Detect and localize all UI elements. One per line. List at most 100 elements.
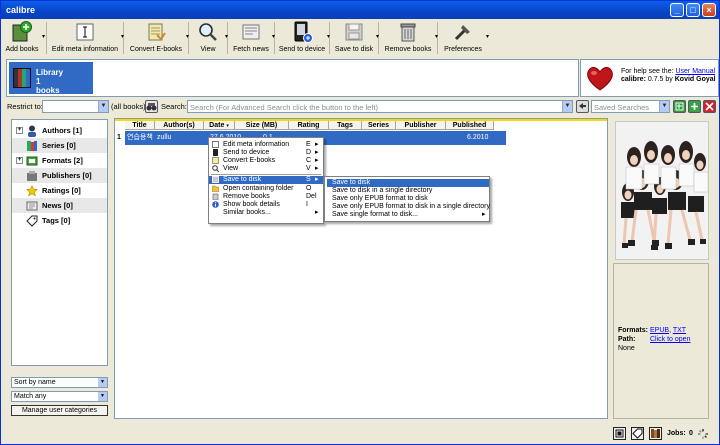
menu-item-similar-books[interactable]: Similar books... ▸ xyxy=(209,209,323,217)
save-to-disk-button[interactable]: Save to disk ▾ xyxy=(333,20,379,56)
sort-by-select[interactable]: Sort by name ▼ xyxy=(11,377,108,388)
book-cover[interactable] xyxy=(615,121,709,260)
chevron-down-icon[interactable]: ▼ xyxy=(98,378,107,387)
book-list: Title Author(s) Date ▾ Size (MB) Rating … xyxy=(114,118,608,419)
submenu-item-save-single-format[interactable]: Save single format to disk... ▸ xyxy=(327,211,489,219)
minimize-button[interactable]: _ xyxy=(670,3,684,17)
edit-metadata-button[interactable]: Edit meta information ▾ xyxy=(50,20,124,56)
menu-item-remove-books[interactable]: Remove books Del xyxy=(209,193,323,201)
format-link-txt[interactable]: TXT xyxy=(673,327,686,334)
tag-category-publishers[interactable]: Publishers [0] xyxy=(12,168,107,183)
cell-title[interactable]: 연습용책 xyxy=(127,131,153,145)
tag-category-authors[interactable]: + Authors [1] xyxy=(12,123,107,138)
menu-item-open-folder[interactable]: Open containing folder O xyxy=(209,185,323,193)
search-input[interactable]: Search (For Advanced Search click the bu… xyxy=(187,100,573,113)
remove-books-button[interactable]: Remove books ▾ xyxy=(382,20,438,56)
library-count: 1 xyxy=(36,77,41,86)
edit-metadata-icon xyxy=(74,21,96,43)
tag-category-ratings[interactable]: Ratings [0] xyxy=(12,183,107,198)
column-header-title[interactable]: Title xyxy=(125,121,155,130)
menu-item-send-to-device[interactable]: Send to device D ▸ xyxy=(209,149,323,157)
chevron-down-icon[interactable]: ▼ xyxy=(98,101,108,112)
column-header-authors[interactable]: Author(s) xyxy=(155,121,204,130)
chevron-down-icon[interactable]: ▾ xyxy=(186,33,189,40)
view-button[interactable]: View ▾ xyxy=(192,20,228,56)
author-name: Kovid Goyal xyxy=(674,76,716,83)
chevron-down-icon[interactable]: ▾ xyxy=(376,33,379,40)
chevron-down-icon[interactable]: ▼ xyxy=(98,392,107,401)
advanced-search-button[interactable] xyxy=(145,100,158,113)
column-header-tags[interactable]: Tags xyxy=(329,121,362,130)
restrict-combo[interactable]: ▼ xyxy=(42,100,109,113)
cell-author[interactable]: zullu xyxy=(157,131,171,145)
convert-ebooks-icon xyxy=(145,21,167,43)
remove-books-icon xyxy=(212,193,219,201)
fetch-news-button[interactable]: Fetch news ▾ xyxy=(231,20,275,56)
column-header-series[interactable]: Series xyxy=(362,121,396,130)
submenu-item-save-to-disk[interactable]: Save to disk xyxy=(327,179,489,187)
column-header-rating[interactable]: Rating xyxy=(289,121,329,130)
book-list-header: Title Author(s) Date ▾ Size (MB) Rating … xyxy=(125,121,494,130)
menu-item-view[interactable]: View V ▸ xyxy=(209,165,323,173)
chevron-down-icon[interactable]: ▾ xyxy=(272,33,275,40)
chevron-down-icon[interactable]: ▾ xyxy=(42,33,45,40)
view-icon xyxy=(197,21,219,43)
cover-browser-toggle-button[interactable] xyxy=(649,427,662,440)
cover-image xyxy=(616,122,708,259)
expand-icon[interactable]: + xyxy=(16,157,23,164)
chevron-down-icon[interactable]: ▾ xyxy=(225,33,228,40)
path-open-link[interactable]: Click to open xyxy=(650,336,690,343)
tag-category-tags[interactable]: Tags [0] xyxy=(12,213,107,228)
submenu-item-save-epub[interactable]: Save only EPUB format to disk xyxy=(327,195,489,203)
chevron-down-icon[interactable]: ▾ xyxy=(121,33,124,40)
submenu-arrow-icon: ▸ xyxy=(315,157,319,164)
view-icon xyxy=(212,165,220,173)
preferences-button[interactable]: Preferences ▾ xyxy=(441,20,489,56)
tag-category-label: Authors xyxy=(42,126,71,135)
column-header-published[interactable]: Published xyxy=(446,121,494,130)
match-select[interactable]: Match any ▼ xyxy=(11,391,108,402)
menu-item-show-details[interactable]: Show book details I xyxy=(209,201,323,209)
submenu-item-save-single-dir[interactable]: Save to disk in a single directory xyxy=(327,187,489,195)
jobs-count[interactable]: 0 xyxy=(689,430,693,437)
column-header-publisher[interactable]: Publisher xyxy=(396,121,446,130)
tag-category-label: News xyxy=(42,201,62,210)
chevron-down-icon[interactable]: ▼ xyxy=(659,101,669,112)
column-header-size[interactable]: Size (MB) xyxy=(235,121,289,130)
save-search-button[interactable] xyxy=(688,100,701,113)
chevron-down-icon[interactable]: ▼ xyxy=(562,101,572,112)
tag-category-series[interactable]: Series [0] xyxy=(12,138,107,153)
clear-search-button[interactable] xyxy=(576,100,589,113)
library-tile[interactable]: Library 1 books xyxy=(9,62,93,95)
saved-searches-combo[interactable]: Saved Searches ▼ xyxy=(591,100,670,113)
tag-browser-toggle-button[interactable] xyxy=(631,427,644,440)
table-row[interactable]: 1 연습용책 zullu 27.6.2010 0.1 6.2010 xyxy=(115,131,607,145)
tag-category-count: [0] xyxy=(66,141,76,150)
convert-ebooks-button[interactable]: Convert E-books ▾ xyxy=(127,20,189,56)
info-icon xyxy=(212,201,219,208)
send-to-device-button[interactable]: Send to device ▾ xyxy=(278,20,330,56)
manage-user-categories-button[interactable]: Manage user categories xyxy=(11,405,108,416)
add-books-button[interactable]: Add books ▾ xyxy=(3,20,45,56)
column-header-date[interactable]: Date ▾ xyxy=(204,121,235,130)
chevron-down-icon[interactable]: ▾ xyxy=(486,33,489,40)
maximize-button[interactable]: □ xyxy=(686,3,700,17)
chevron-down-icon[interactable]: ▾ xyxy=(327,33,330,40)
submenu-item-save-epub-single-dir[interactable]: Save only EPUB format to disk in a singl… xyxy=(327,203,490,211)
tag-category-formats[interactable]: + Formats [2] xyxy=(12,153,107,168)
user-manual-link[interactable]: User Manual xyxy=(675,68,715,75)
cell-published[interactable]: 6.2010 xyxy=(467,131,488,145)
menu-item-save-to-disk[interactable]: Save to disk S ▸ xyxy=(209,176,323,184)
menu-item-convert-ebooks[interactable]: Convert E-books C ▸ xyxy=(209,157,323,165)
menu-item-edit-metadata[interactable]: Edit meta information E ▸ xyxy=(209,141,323,149)
close-button[interactable]: × xyxy=(702,3,716,17)
search-placeholder: Search (For Advanced Search click the bu… xyxy=(190,103,379,112)
delete-search-button[interactable] xyxy=(703,100,716,113)
tag-category-news[interactable]: News [0] xyxy=(12,198,107,213)
chevron-down-icon[interactable]: ▾ xyxy=(435,33,438,40)
layout-toggle-button[interactable] xyxy=(613,427,626,440)
heart-icon xyxy=(587,67,613,91)
copy-search-button[interactable] xyxy=(673,100,686,113)
expand-icon[interactable]: + xyxy=(16,127,23,134)
format-link-epub[interactable]: EPUB xyxy=(650,327,669,334)
